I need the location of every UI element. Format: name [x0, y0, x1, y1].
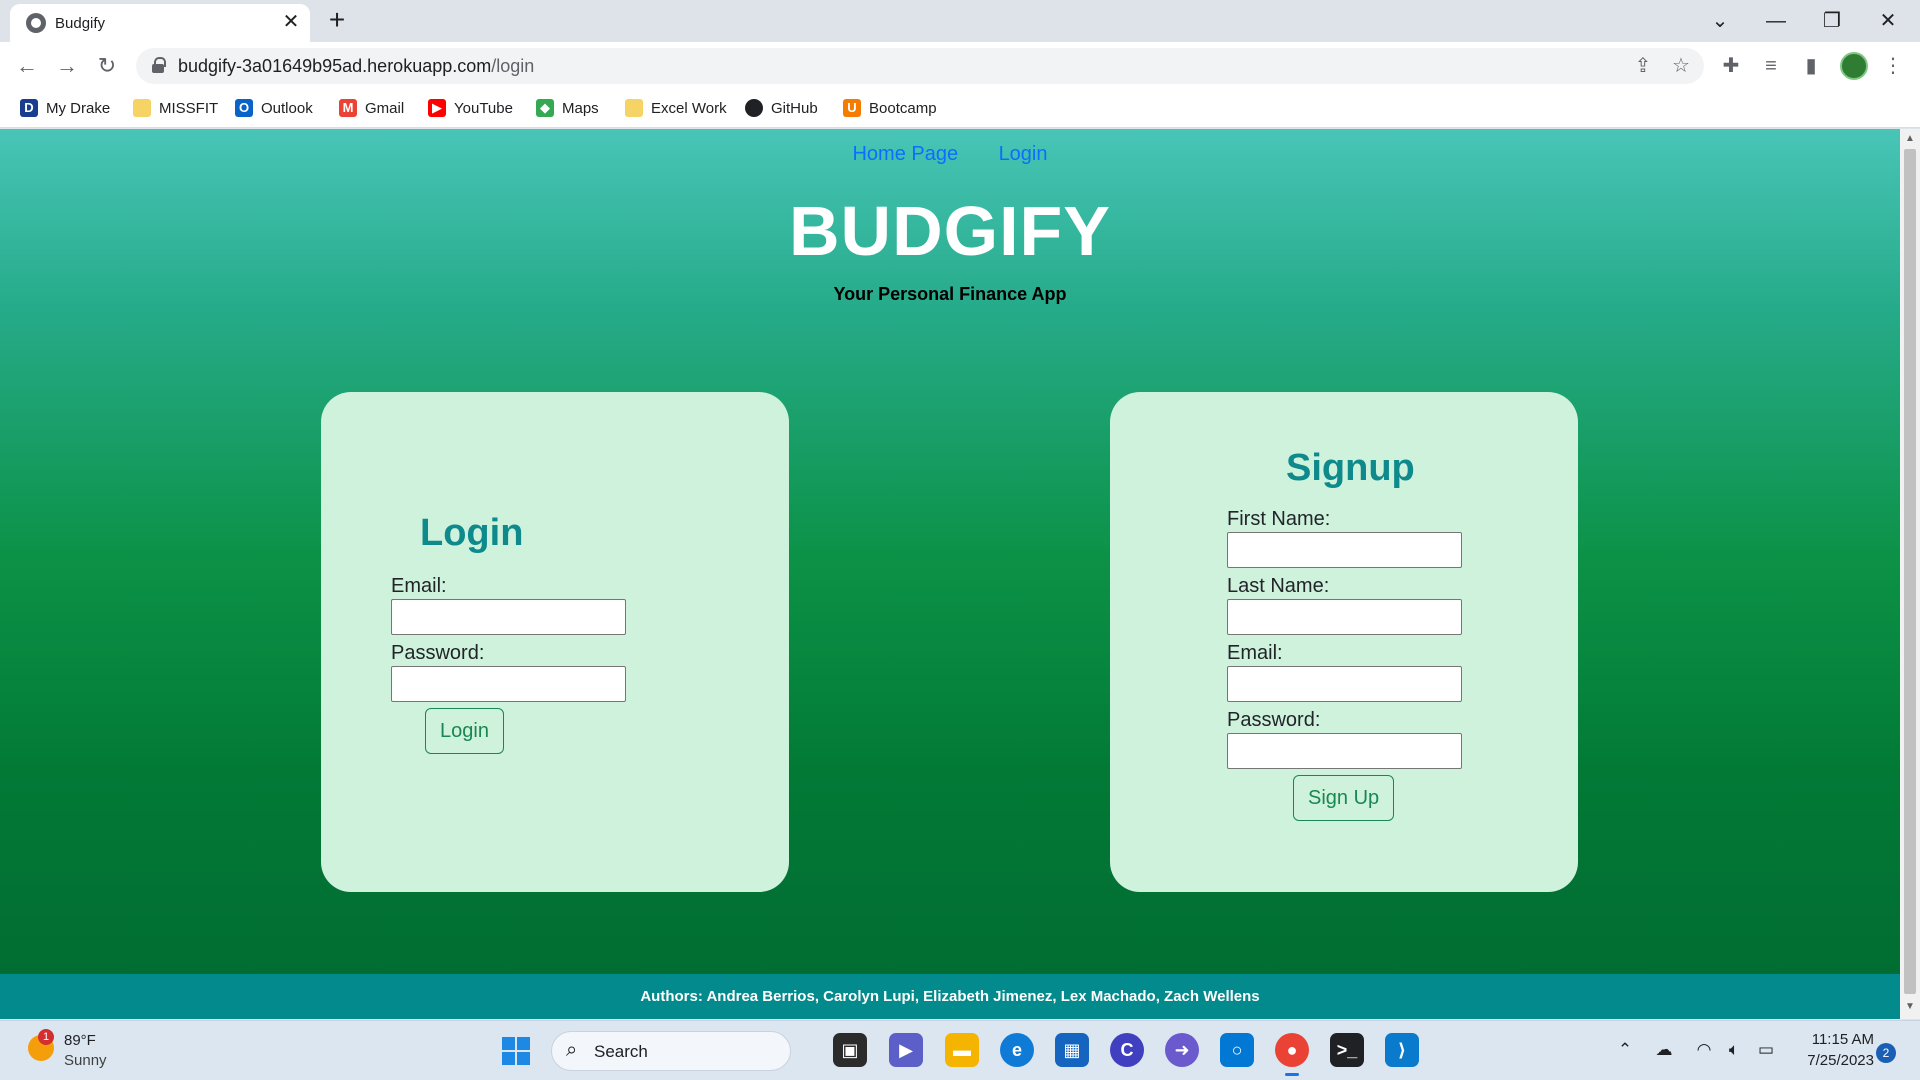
onedrive-icon[interactable]: ☁ [1652, 1039, 1676, 1061]
page-scrollbar[interactable]: ▲ ▼ [1900, 129, 1920, 1019]
bookmark-gmail[interactable]: M Gmail [339, 96, 404, 120]
reload-button[interactable]: ↻ [90, 49, 124, 83]
signup-heading: Signup [1286, 447, 1415, 489]
login-heading: Login [420, 512, 524, 554]
app-icon-arrow[interactable]: ➜ [1165, 1033, 1199, 1067]
folder-icon [625, 99, 643, 117]
lock-icon[interactable] [152, 57, 166, 73]
clock-date[interactable]: 7/25/2023 [1790, 1052, 1874, 1069]
search-icon: ⌕ [566, 1039, 578, 1061]
bookmark-my-drake[interactable]: D My Drake [20, 96, 110, 120]
taskbar-search-label: Search [594, 1042, 648, 1061]
file-explorer-icon[interactable]: ▬ [945, 1033, 979, 1067]
browser-tab[interactable]: Budgify ✕ [10, 4, 310, 42]
signup-password-label: Password: [1227, 709, 1321, 731]
tab-title: Budgify [55, 15, 106, 32]
bookmark-maps[interactable]: ◆ Maps [536, 96, 599, 120]
terminal-icon[interactable]: >_ [1330, 1033, 1364, 1067]
vscode-icon[interactable]: ⟩ [1385, 1033, 1419, 1067]
bookmark-missfit[interactable]: MISSFIT [133, 96, 218, 120]
battery-icon[interactable]: ▭ [1754, 1039, 1778, 1061]
forward-button[interactable]: → [50, 49, 84, 83]
login-submit-button[interactable]: Login [425, 708, 504, 754]
extensions-icon[interactable]: ✚ [1716, 51, 1746, 81]
login-email-input[interactable] [391, 599, 626, 635]
first-name-label: First Name: [1227, 508, 1331, 530]
login-password-label: Password: [391, 642, 485, 664]
edge-icon[interactable]: e [1000, 1033, 1034, 1067]
page-viewport: Home Page Login BUDGIFY Your Personal Fi… [0, 129, 1900, 1019]
tab-strip: Budgify ✕ + ⌄ — ❐ ✕ [0, 0, 1920, 42]
last-name-input[interactable] [1227, 599, 1462, 635]
outlook-icon: O [235, 99, 253, 117]
taskbar-search[interactable]: ⌕ Search [551, 1031, 791, 1071]
volume-icon[interactable]: 🔈︎ [1722, 1039, 1746, 1061]
task-view-icon[interactable]: ▣ [833, 1033, 867, 1067]
new-tab-button[interactable]: + [322, 6, 352, 36]
microsoft-store-icon[interactable]: ▦ [1055, 1033, 1089, 1067]
share-icon[interactable]: ⇪ [1630, 54, 1656, 78]
gmail-icon: M [339, 99, 357, 117]
drake-logo-icon: D [20, 99, 38, 117]
clock-time[interactable]: 11:15 AM [1800, 1031, 1874, 1048]
tab-search-button[interactable]: ⌄ [1700, 6, 1740, 36]
github-icon [745, 99, 763, 117]
close-tab-icon[interactable]: ✕ [280, 10, 302, 34]
app-icon-c[interactable]: C [1110, 1033, 1144, 1067]
signup-password-input[interactable] [1227, 733, 1462, 769]
site-footer: Authors: Andrea Berrios, Carolyn Lupi, E… [0, 974, 1900, 1019]
login-email-label: Email: [391, 575, 447, 597]
site-title: BUDGIFY [789, 192, 1111, 270]
first-name-input[interactable] [1227, 532, 1462, 568]
profile-avatar[interactable] [1840, 52, 1868, 80]
menu-kebab-icon[interactable]: ⋮ [1878, 51, 1908, 81]
browser-toolbar: ← → ↻ budgify-3a01649b95ad.herokuapp.com… [0, 42, 1920, 88]
login-password-input[interactable] [391, 666, 626, 702]
weather-alert-badge: 1 [38, 1029, 54, 1045]
bookmark-github[interactable]: GitHub [745, 96, 818, 120]
close-window-button[interactable]: ✕ [1868, 6, 1908, 36]
bookmark-excel-work[interactable]: Excel Work [625, 96, 727, 120]
app-icon-blue[interactable]: ○ [1220, 1033, 1254, 1067]
bookmark-youtube[interactable]: ▶ YouTube [428, 96, 513, 120]
side-panel-icon[interactable]: ▮ [1796, 51, 1826, 81]
bookmarks-bar: D My Drake MISSFIT O Outlook M Gmail ▶ Y… [0, 88, 1920, 128]
taskbar: 1 89°F Sunny ⌕ Search ▣ ▶ ▬ e ▦ C ➜ ○ ● … [0, 1020, 1920, 1080]
bookmark-star-icon[interactable]: ☆ [1668, 54, 1694, 78]
signup-submit-button[interactable]: Sign Up [1293, 775, 1395, 821]
globe-icon [26, 13, 46, 33]
weather-temperature: 89°F [64, 1032, 96, 1049]
bootcamp-logo-icon: U [843, 99, 861, 117]
back-button[interactable]: ← [10, 49, 44, 83]
last-name-label: Last Name: [1227, 575, 1330, 597]
youtube-icon: ▶ [428, 99, 446, 117]
windows-start-icon[interactable] [502, 1037, 530, 1065]
maps-icon: ◆ [536, 99, 554, 117]
reading-list-icon[interactable]: ≡ [1756, 51, 1786, 81]
minimize-button[interactable]: — [1756, 6, 1796, 36]
chrome-icon[interactable]: ● [1275, 1033, 1309, 1076]
address-bar[interactable]: budgify-3a01649b95ad.herokuapp.com/login… [136, 48, 1704, 84]
folder-icon [133, 99, 151, 117]
wifi-icon[interactable]: ◠ [1692, 1039, 1716, 1061]
signup-email-label: Email: [1227, 642, 1283, 664]
restore-button[interactable]: ❐ [1812, 6, 1852, 36]
bookmark-bootcamp[interactable]: U Bootcamp [843, 96, 937, 120]
scroll-thumb[interactable] [1904, 149, 1916, 994]
teams-chat-icon[interactable]: ▶ [889, 1033, 923, 1067]
site-nav: Home Page Login [0, 143, 1900, 166]
notification-badge[interactable]: 2 [1876, 1043, 1896, 1063]
weather-description: Sunny [64, 1052, 107, 1069]
signup-card: Signup First Name: Last Name: Email: Pas… [1110, 392, 1578, 892]
site-tagline: Your Personal Finance App [833, 284, 1067, 304]
chevron-up-icon[interactable]: ⌃ [1613, 1039, 1637, 1061]
signup-email-input[interactable] [1227, 666, 1462, 702]
nav-login-link[interactable]: Login [999, 143, 1048, 166]
scroll-down-icon[interactable]: ▼ [1904, 1001, 1916, 1013]
scroll-up-icon[interactable]: ▲ [1904, 133, 1916, 145]
bookmark-outlook[interactable]: O Outlook [235, 96, 313, 120]
login-card: Login Email: Password: Login [321, 392, 789, 892]
nav-home-link[interactable]: Home Page [852, 143, 958, 166]
url-text: budgify-3a01649b95ad.herokuapp.com/login [178, 56, 535, 76]
